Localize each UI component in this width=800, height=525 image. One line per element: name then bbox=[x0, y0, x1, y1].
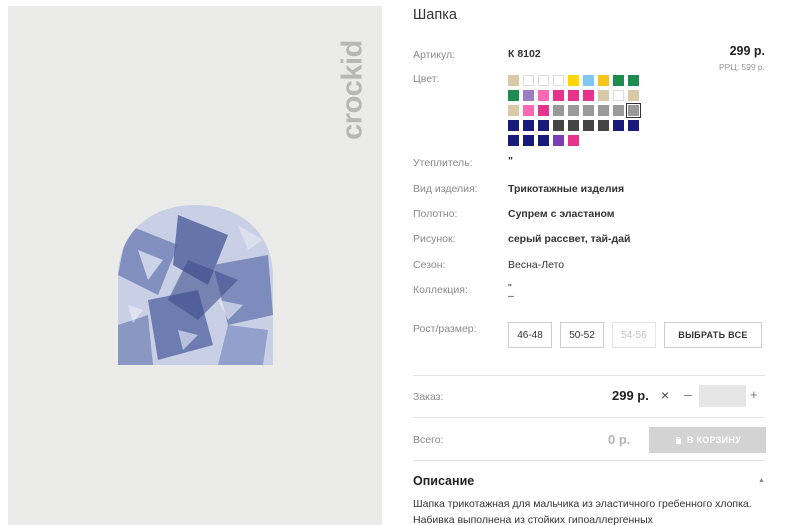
sku-value: К 8102 bbox=[508, 48, 541, 60]
attr-value-insulation: " bbox=[508, 155, 513, 167]
times-icon: × bbox=[661, 387, 670, 403]
color-swatch[interactable] bbox=[538, 75, 549, 86]
order-price: 299 р. bbox=[612, 388, 649, 403]
product-gallery: crockid bbox=[8, 6, 382, 525]
divider bbox=[413, 460, 765, 461]
sku-label: Артикул: bbox=[413, 49, 456, 61]
color-swatch[interactable] bbox=[568, 75, 579, 86]
attr-label-type: Вид изделия: bbox=[413, 183, 478, 195]
color-swatch[interactable] bbox=[553, 120, 564, 131]
color-swatch[interactable] bbox=[598, 75, 609, 86]
color-swatch[interactable] bbox=[553, 105, 564, 116]
size-label: Рост/размер: bbox=[413, 323, 477, 335]
color-swatch[interactable] bbox=[508, 105, 519, 116]
cart-icon bbox=[675, 436, 682, 444]
color-swatch[interactable] bbox=[598, 105, 609, 116]
color-swatch[interactable] bbox=[538, 105, 549, 116]
attr-label-pattern: Рисунок: bbox=[413, 233, 456, 245]
color-swatch[interactable] bbox=[538, 120, 549, 131]
color-swatch[interactable] bbox=[523, 135, 534, 146]
color-swatch[interactable] bbox=[508, 75, 519, 86]
color-swatch[interactable] bbox=[583, 75, 594, 86]
attr-label-season: Сезон: bbox=[413, 259, 446, 271]
color-swatch[interactable] bbox=[628, 120, 639, 131]
swatch-row bbox=[508, 103, 658, 118]
color-swatch[interactable] bbox=[508, 120, 519, 131]
color-swatch[interactable] bbox=[523, 75, 534, 86]
chevron-up-icon[interactable]: ▲ bbox=[758, 477, 765, 484]
product-price: 299 р. bbox=[729, 44, 765, 58]
rrp-price: РРЦ: 599 р. bbox=[719, 62, 765, 72]
product-title: Шапка bbox=[413, 7, 457, 23]
attr-value-fabric: Супрем с эластаном bbox=[508, 208, 615, 220]
attr-label-collection: Коллекция: bbox=[413, 284, 468, 296]
color-swatch[interactable] bbox=[598, 90, 609, 101]
add-to-cart-button[interactable]: В КОРЗИНУ bbox=[649, 427, 766, 453]
color-swatch[interactable] bbox=[553, 75, 564, 86]
divider bbox=[413, 417, 765, 418]
attr-value-pattern: серый рассвет, тай-дай bbox=[508, 233, 631, 245]
color-swatch[interactable] bbox=[523, 105, 534, 116]
attr-label-fabric: Полотно: bbox=[413, 208, 458, 220]
total-label: Всего: bbox=[413, 434, 444, 446]
color-swatch[interactable] bbox=[568, 135, 579, 146]
swatch-row bbox=[508, 120, 658, 131]
attr-value-collection-dash: – bbox=[508, 290, 514, 302]
size-button-54-56[interactable]: 54-56 bbox=[612, 322, 656, 348]
size-button-46-48[interactable]: 46-48 bbox=[508, 322, 552, 348]
swatch-row bbox=[508, 90, 658, 101]
color-swatch[interactable] bbox=[613, 75, 624, 86]
select-all-sizes-button[interactable]: ВЫБРАТЬ ВСЕ bbox=[664, 322, 762, 348]
divider bbox=[413, 375, 765, 376]
attr-label-insulation: Утеплитель: bbox=[413, 157, 473, 169]
size-button-50-52[interactable]: 50-52 bbox=[560, 322, 604, 348]
swatch-row bbox=[508, 135, 658, 146]
swatch-row bbox=[508, 75, 658, 86]
color-swatch[interactable] bbox=[553, 135, 564, 146]
qty-decrease-button[interactable]: – bbox=[684, 386, 692, 402]
order-label: Заказ: bbox=[413, 391, 444, 403]
add-to-cart-label: В КОРЗИНУ bbox=[686, 435, 742, 445]
description-text: Шапка трикотажная для мальчика из эласти… bbox=[413, 498, 752, 525]
color-swatch[interactable] bbox=[628, 90, 639, 101]
color-swatch[interactable] bbox=[538, 135, 549, 146]
total-value: 0 р. bbox=[608, 432, 631, 447]
attr-value-type: Трикотажные изделия bbox=[508, 183, 625, 195]
color-label: Цвет: bbox=[413, 73, 440, 85]
color-swatch[interactable] bbox=[583, 105, 594, 116]
color-swatch[interactable] bbox=[598, 120, 609, 131]
color-swatch[interactable] bbox=[626, 103, 641, 118]
brand-logo-text: crockid bbox=[336, 40, 369, 140]
color-swatches bbox=[508, 75, 658, 150]
attr-value-season: Весна-Лето bbox=[508, 259, 565, 271]
color-swatch[interactable] bbox=[523, 90, 534, 101]
color-swatch[interactable] bbox=[508, 90, 519, 101]
size-selector: 46-48 50-52 54-56 ВЫБРАТЬ ВСЕ bbox=[508, 322, 762, 348]
color-swatch[interactable] bbox=[568, 120, 579, 131]
color-swatch[interactable] bbox=[628, 75, 639, 86]
color-swatch[interactable] bbox=[613, 105, 624, 116]
color-swatch[interactable] bbox=[538, 90, 549, 101]
color-swatch[interactable] bbox=[523, 120, 534, 131]
color-swatch[interactable] bbox=[613, 120, 624, 131]
color-swatch[interactable] bbox=[508, 135, 519, 146]
color-swatch[interactable] bbox=[568, 105, 579, 116]
color-swatch[interactable] bbox=[583, 90, 594, 101]
color-swatch[interactable] bbox=[553, 90, 564, 101]
qty-input[interactable] bbox=[699, 385, 746, 407]
qty-increase-button[interactable]: + bbox=[750, 387, 758, 402]
description-title[interactable]: Описание bbox=[413, 474, 474, 488]
color-swatch[interactable] bbox=[583, 120, 594, 131]
brand-logo: crockid bbox=[336, 20, 369, 160]
color-swatch[interactable] bbox=[613, 90, 624, 101]
product-image[interactable] bbox=[118, 205, 273, 365]
color-swatch[interactable] bbox=[568, 90, 579, 101]
